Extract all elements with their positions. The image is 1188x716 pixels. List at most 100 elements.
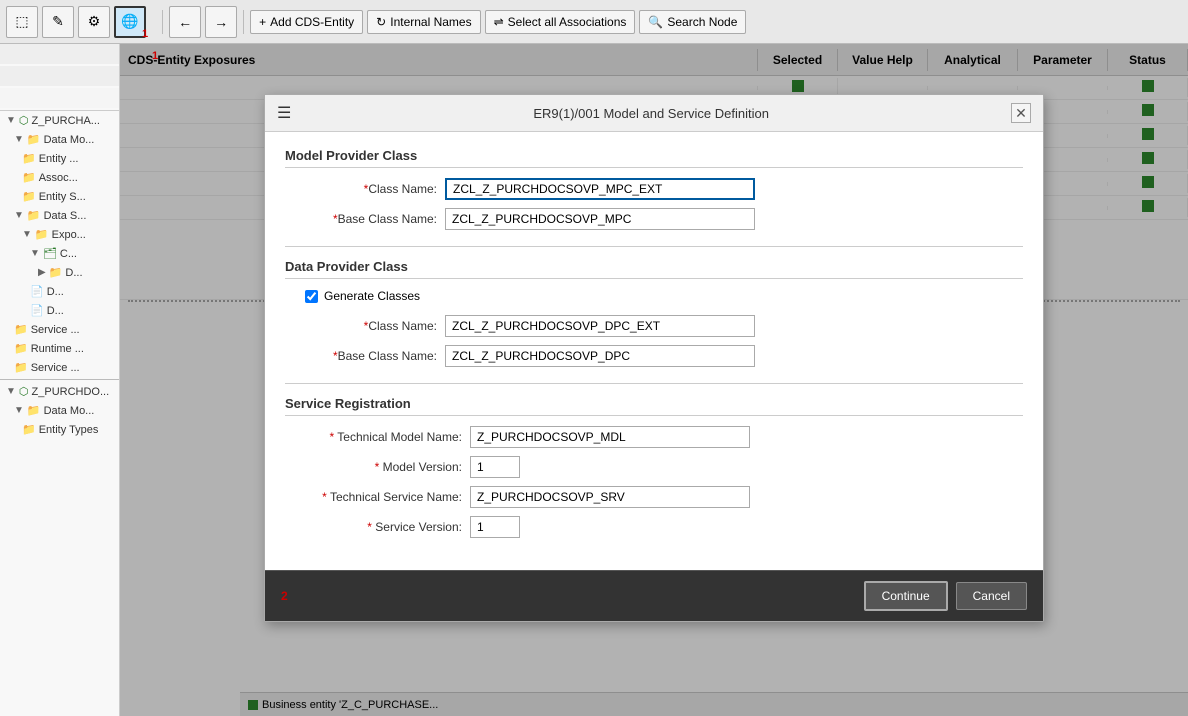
search-icon: 🔍 [648, 15, 663, 29]
sidebar-item-entity1[interactable]: 📁 Entity ... [0, 149, 119, 168]
folder-icon: 🗂 [43, 247, 57, 260]
modal-dialog: ☰ ER9(1)/001 Model and Service Definitio… [264, 94, 1044, 622]
add-icon: + [259, 15, 266, 29]
internal-names-button[interactable]: ↻ Internal Names [367, 10, 480, 34]
sidebar-item-label: Data Mo... [44, 405, 95, 417]
generate-classes-checkbox[interactable] [305, 290, 318, 303]
add-cds-entity-button[interactable]: + Add CDS-Entity [250, 10, 363, 34]
sidebar: ▼ ⬡ Z_PURCHA... ▼ 📁 Data Mo... 📁 Entity … [0, 44, 120, 716]
dpc-base-class-row: *Base Class Name: [285, 345, 1023, 367]
nav-forward-button[interactable]: → [205, 6, 237, 38]
model-provider-section: Model Provider Class *Class Name: *Base … [285, 148, 1023, 230]
sidebar-item-blurred-1[interactable] [0, 44, 119, 64]
search-node-label: Search Node [667, 15, 737, 29]
add-cds-label: Add CDS-Entity [270, 15, 354, 29]
sidebar-item-label: D... [47, 286, 64, 298]
modal-menu-icon[interactable]: ☰ [277, 103, 291, 123]
sidebar-item-zpurchdo[interactable]: ▼ ⬡ Z_PURCHDO... [0, 382, 119, 401]
service-registration-heading: Service Registration [285, 396, 1023, 416]
divider-1 [285, 246, 1023, 247]
service-version-input[interactable] [470, 516, 520, 538]
mpc-class-name-row: *Class Name: [285, 178, 1023, 200]
sidebar-item-runtime[interactable]: 📁 Runtime ... [0, 339, 119, 358]
select-all-associations-button[interactable]: ⇌ Select all Associations [485, 10, 636, 34]
toolbar-btn-3[interactable]: ⚙ [78, 6, 110, 38]
sidebar-item-label: Entity Types [39, 424, 99, 436]
sidebar-item-datas[interactable]: ▼ 📁 Data S... [0, 206, 119, 225]
tech-service-name-row: * Technical Service Name: [285, 486, 1023, 508]
cancel-button[interactable]: Cancel [956, 582, 1027, 610]
sidebar-item-blurred-3[interactable] [0, 88, 119, 108]
sidebar-item-label: Data S... [44, 210, 87, 222]
sidebar-item-label: D... [65, 267, 82, 279]
folder-icon: 📁 [22, 423, 36, 436]
folder-icon: 📁 [27, 404, 41, 417]
continue-button[interactable]: Continue [864, 581, 948, 611]
nav-back-button[interactable]: ← [169, 6, 201, 38]
model-version-row: * Model Version: [285, 456, 1023, 478]
sidebar-item-expo[interactable]: ▼ 📁 Expo... [0, 225, 119, 244]
expand-arrow: ▼ [14, 405, 24, 416]
main-toolbar: ⬚ ✎ ⚙ 🌐 1 ← → + Add CDS-Entity ↻ Interna… [0, 0, 1188, 44]
sidebar-item-c[interactable]: ▼ 🗂 C... [0, 244, 119, 263]
sidebar-item-entitys[interactable]: 📁 Entity S... [0, 187, 119, 206]
dpc-class-name-label: *Class Name: [285, 319, 445, 333]
sidebar-item-service1[interactable]: 📁 Service ... [0, 320, 119, 339]
annotation-1: 1 [142, 28, 148, 40]
toolbar-btn-2[interactable]: ✎ [42, 6, 74, 38]
folder-icon: 📁 [22, 171, 36, 184]
sidebar-item-d2[interactable]: 📄 D... [0, 282, 119, 301]
mpc-base-class-row: *Base Class Name: [285, 208, 1023, 230]
sidebar-item-datamo2[interactable]: ▼ 📁 Data Mo... [0, 401, 119, 420]
sidebar-item-label: Assoc... [39, 172, 78, 184]
modal-footer: 2 Continue Cancel [265, 570, 1043, 621]
item-icon: 📄 [30, 285, 44, 298]
internal-names-label: Internal Names [390, 15, 471, 29]
mpc-base-class-input[interactable] [445, 208, 755, 230]
sidebar-item-entity-types[interactable]: 📁 Entity Types [0, 420, 119, 439]
folder-icon: 📁 [22, 152, 36, 165]
sidebar-item-label: Service ... [31, 362, 80, 374]
sidebar-item-zpurcha[interactable]: ▼ ⬡ Z_PURCHA... [0, 111, 119, 130]
select-all-label: Select all Associations [508, 15, 627, 29]
folder-icon: 📁 [14, 323, 28, 336]
modal-close-button[interactable]: ✕ [1011, 103, 1031, 123]
folder-icon: 📁 [27, 133, 41, 146]
toolbar-separator-2 [243, 10, 244, 34]
sidebar-item-datamo[interactable]: ▼ 📁 Data Mo... [0, 130, 119, 149]
sidebar-item-d3[interactable]: 📄 D... [0, 301, 119, 320]
tech-service-name-input[interactable] [470, 486, 750, 508]
refresh-icon: ↻ [376, 15, 386, 29]
service-registration-section: Service Registration * Technical Model N… [285, 396, 1023, 538]
generate-classes-label: Generate Classes [324, 289, 420, 303]
dpc-base-class-input[interactable] [445, 345, 755, 367]
sidebar-item-label: D... [47, 305, 64, 317]
data-provider-section: Data Provider Class Generate Classes *Cl… [285, 259, 1023, 367]
tech-model-name-input[interactable] [470, 426, 750, 448]
sidebar-item-blurred-2[interactable] [0, 66, 119, 86]
sidebar-item-serviced[interactable]: 📁 Service ... [0, 358, 119, 377]
data-provider-heading: Data Provider Class [285, 259, 1023, 279]
link-icon: ⇌ [494, 15, 504, 29]
sidebar-item-label: Runtime ... [31, 343, 84, 355]
expand-arrow: ▼ [14, 134, 24, 145]
toolbar-btn-1[interactable]: ⬚ [6, 6, 38, 38]
modal-body: Model Provider Class *Class Name: *Base … [265, 132, 1043, 570]
mpc-class-name-label: *Class Name: [285, 182, 445, 196]
modal-header: ☰ ER9(1)/001 Model and Service Definitio… [265, 95, 1043, 132]
sidebar-item-d1[interactable]: ▶ 📁 D... [0, 263, 119, 282]
search-node-button[interactable]: 🔍 Search Node [639, 10, 746, 34]
folder-icon: 📁 [49, 266, 63, 279]
service-version-label: * Service Version: [285, 520, 470, 534]
expand-arrow: ▼ [6, 386, 16, 397]
main-content: ▼ ⬡ Z_PURCHA... ▼ 📁 Data Mo... 📁 Entity … [0, 44, 1188, 716]
sidebar-item-label: Expo... [52, 229, 86, 241]
modal-overlay: ☰ ER9(1)/001 Model and Service Definitio… [120, 44, 1188, 716]
sidebar-item-assoc[interactable]: 📁 Assoc... [0, 168, 119, 187]
right-content: CDS-Entity Exposures Selected Value Help… [120, 44, 1188, 716]
dpc-class-name-input[interactable] [445, 315, 755, 337]
model-version-input[interactable] [470, 456, 520, 478]
mpc-class-name-input[interactable] [445, 178, 755, 200]
expand-arrow: ▼ [14, 210, 24, 221]
tech-service-name-label: * Technical Service Name: [285, 490, 470, 504]
